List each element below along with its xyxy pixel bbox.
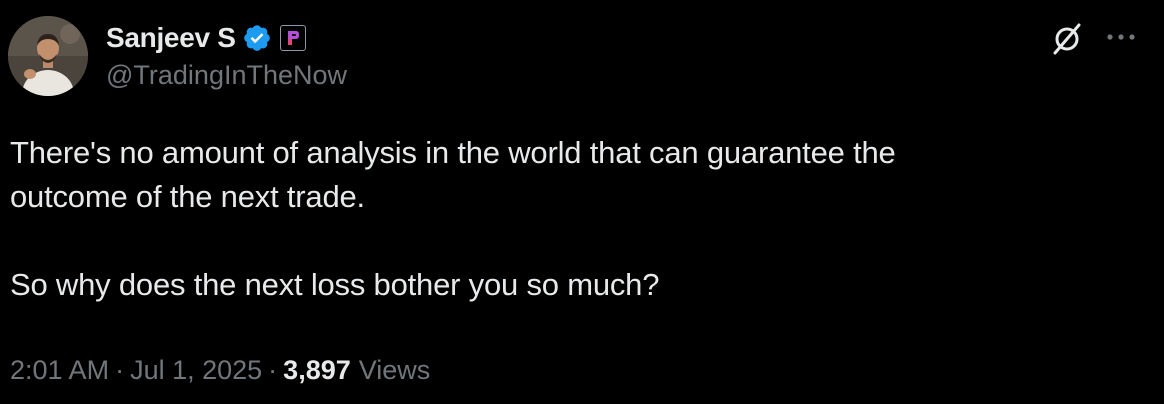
views-count[interactable]: 3,897 [283,355,351,386]
meta-separator: · [115,355,125,385]
more-options-icon[interactable] [1104,24,1138,50]
avatar[interactable] [8,16,88,96]
author-handle[interactable]: @TradingInTheNow [106,60,347,91]
tweet-card: Sanjeev S @TradingInTheNow There's no am… [0,0,1164,404]
affiliate-badge-icon[interactable] [279,25,306,51]
tweet-date[interactable]: Jul 1, 2025 [130,355,262,386]
tweet-text-line: So why does the next loss bother you so … [10,267,660,302]
author-name-row: Sanjeev S [106,20,306,56]
verified-badge-icon[interactable] [242,23,272,53]
views-label[interactable]: Views [359,355,431,386]
tweet-text: There's no amount of analysis in the wor… [10,131,1110,307]
tweet-time[interactable]: 2:01 AM [10,355,109,386]
grok-icon[interactable] [1050,22,1084,56]
tweet-text-line: outcome of the next trade. [10,179,365,214]
tweet-meta: 2:01 AM · Jul 1, 2025 · 3,897 Views [10,355,430,386]
meta-separator: · [268,355,278,385]
tweet-text-line: There's no amount of analysis in the wor… [10,135,896,170]
author-display-name[interactable]: Sanjeev S [106,22,236,54]
